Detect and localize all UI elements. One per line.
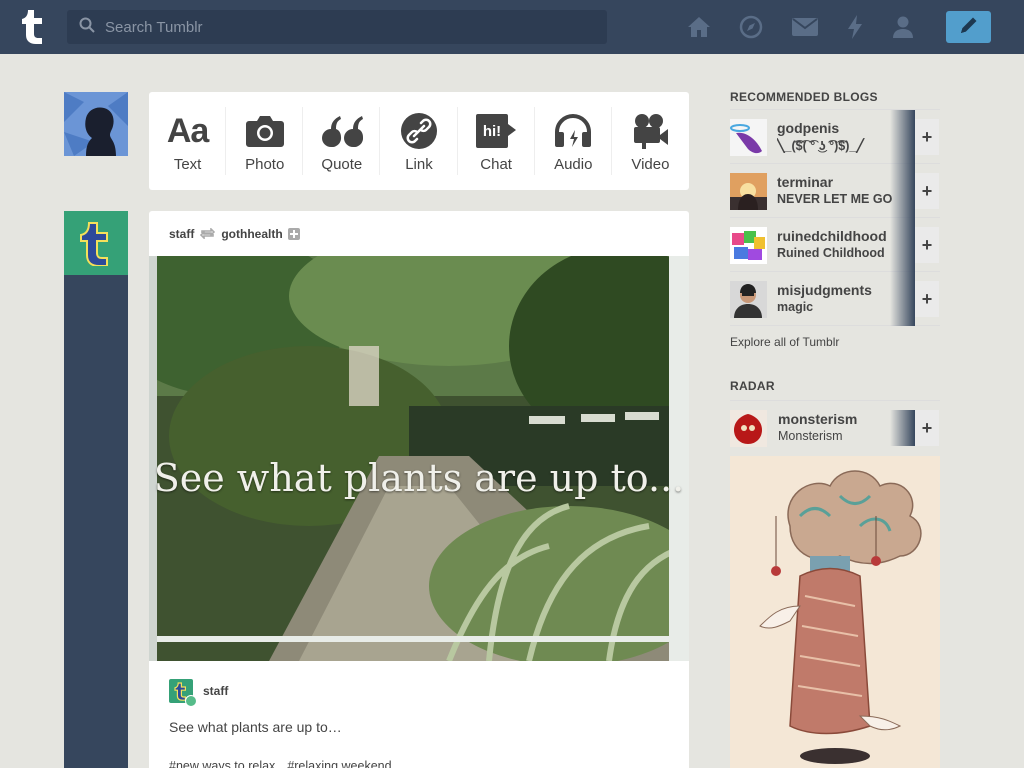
blog-name[interactable]: ruinedchildhood [777, 228, 887, 244]
blog-avatar[interactable] [730, 173, 767, 210]
radar-blog-item[interactable]: monsterism Monsterism + [730, 401, 940, 455]
blog-avatar[interactable] [730, 119, 767, 156]
follow-plus-icon[interactable] [287, 227, 300, 240]
tumblr-logo[interactable] [16, 7, 52, 47]
follow-button[interactable]: + [915, 119, 939, 155]
post-header: staff gothhealth [149, 211, 689, 256]
blog-name[interactable]: godpenis [777, 120, 839, 136]
search-input[interactable] [105, 18, 585, 36]
post-type-text[interactable]: Aa Text [149, 92, 227, 190]
chat-badge: hi! [483, 123, 501, 140]
mail-icon[interactable] [792, 14, 818, 40]
link-icon [400, 109, 438, 153]
post-type-video[interactable]: Video [612, 92, 689, 190]
reblog-author-avatar[interactable] [169, 679, 197, 707]
search-icon [79, 17, 95, 38]
post-type-link[interactable]: Link [380, 92, 458, 190]
video-camera-icon [632, 109, 669, 153]
post-tags: #new ways to relax #relaxing weekend [149, 735, 689, 768]
top-nav-bar [0, 0, 1024, 54]
search-bar[interactable] [67, 10, 607, 44]
home-icon[interactable] [686, 14, 712, 40]
recommended-blog-item[interactable]: terminar NEVER LET ME GO + [730, 164, 940, 218]
photo-caption-overlay: See what plants are up to... [153, 456, 685, 500]
recommended-blog-item[interactable]: ruinedchildhood Ruined Childhood + [730, 218, 940, 272]
headphones-icon [553, 109, 593, 153]
blog-name[interactable]: terminar [777, 174, 833, 190]
blog-avatar[interactable] [730, 227, 767, 264]
post-type-label: Quote [321, 156, 363, 173]
quote-icon [321, 109, 363, 153]
follow-button[interactable]: + [915, 281, 939, 317]
account-icon[interactable] [890, 14, 916, 40]
post-type-label: Chat [480, 156, 512, 173]
blog-fade [890, 218, 915, 272]
chat-icon: hi! [476, 109, 517, 153]
compose-button[interactable] [946, 11, 991, 43]
recommended-blog-item[interactable]: godpenis ╲_(͡$͡( ͡° ͜ʖ ͡°)͡$)_╱ + [730, 110, 940, 164]
recommended-blog-item[interactable]: misjudgments magic + [730, 272, 940, 326]
pencil-icon [959, 15, 979, 40]
follow-button[interactable]: + [915, 173, 939, 209]
radar-post-image[interactable] [730, 456, 940, 768]
reblog-arrows-icon [200, 228, 216, 239]
blog-avatar[interactable] [730, 410, 767, 447]
post-tag[interactable]: #new ways to relax [169, 759, 275, 768]
post-body-text: See what plants are up to… [169, 719, 342, 735]
reblog-badge-icon [185, 695, 197, 707]
post-author-link[interactable]: staff [169, 227, 194, 241]
post-type-audio[interactable]: Audio [535, 92, 612, 190]
post-type-label: Audio [554, 156, 593, 173]
post-avatar-rail [64, 275, 128, 768]
post-type-label: Photo [245, 156, 285, 173]
blog-name[interactable]: misjudgments [777, 282, 872, 298]
follow-button[interactable]: + [915, 410, 939, 446]
blog-fade [890, 110, 915, 164]
post-tag[interactable]: #relaxing weekend [287, 759, 391, 768]
post-type-bar: Aa Text Photo Quote Link hi! Chat Audio [149, 92, 689, 190]
post-type-label: Video [631, 156, 670, 173]
post-type-label: Link [405, 156, 433, 173]
post-type-quote[interactable]: Quote [303, 92, 381, 190]
reblog-author-name[interactable]: staff [203, 684, 228, 698]
explore-icon[interactable] [738, 14, 764, 40]
radar-title: RADAR [730, 379, 775, 393]
dashboard-post: staff gothhealth See what plants are up … [149, 211, 689, 768]
follow-button[interactable]: + [915, 227, 939, 263]
blog-fade [890, 272, 915, 326]
blog-fade [890, 164, 915, 218]
explore-link[interactable]: Explore all of Tumblr [730, 335, 839, 349]
blog-avatar[interactable] [730, 281, 767, 318]
blog-name[interactable]: monsterism [778, 411, 857, 427]
post-author-avatar[interactable] [64, 211, 128, 275]
post-type-label: Text [173, 156, 202, 173]
reblog-source-link[interactable]: gothhealth [221, 227, 282, 241]
recommended-blogs-title: RECOMMENDED BLOGS [730, 90, 878, 104]
blog-fade [890, 410, 915, 446]
activity-icon[interactable] [842, 14, 868, 40]
post-type-chat[interactable]: hi! Chat [458, 92, 535, 190]
post-photo[interactable]: See what plants are up to... [149, 256, 689, 661]
reblog-trail-header: staff [149, 661, 689, 707]
camera-icon [245, 109, 284, 153]
text-icon: Aa [166, 111, 209, 150]
post-type-photo[interactable]: Photo [226, 92, 304, 190]
user-avatar[interactable] [64, 92, 128, 156]
